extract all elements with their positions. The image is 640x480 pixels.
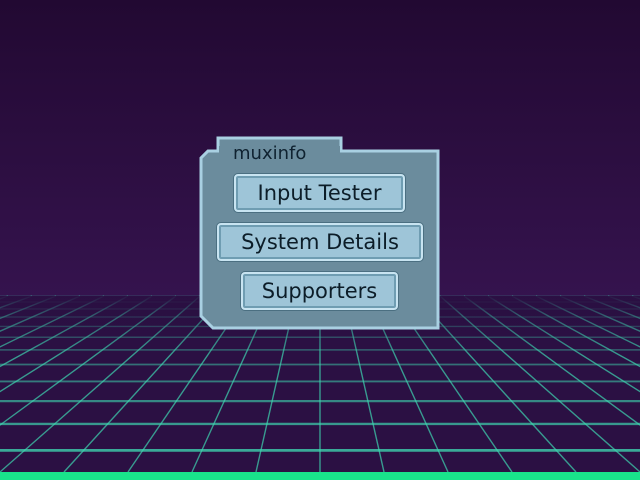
panel-title: muxinfo [233, 143, 307, 164]
system-details-button[interactable]: System Details [217, 223, 423, 261]
screen: muxinfo Input Tester System Details Supp… [0, 0, 640, 480]
input-tester-button[interactable]: Input Tester [234, 174, 405, 212]
supporters-button[interactable]: Supporters [241, 272, 398, 310]
floor-strip [0, 472, 640, 480]
